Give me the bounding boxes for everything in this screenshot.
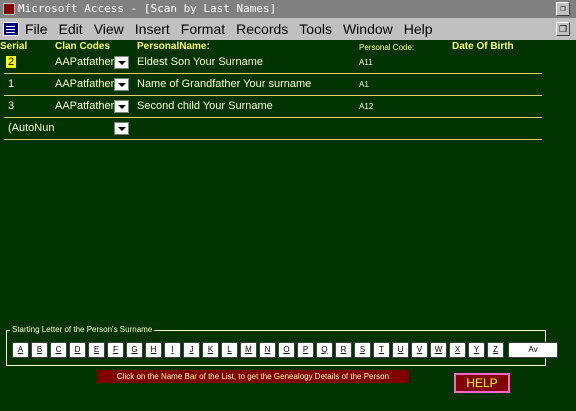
surname-panel-label: Starting Letter of the Person's Surname <box>10 325 155 334</box>
letter-button-r[interactable]: R <box>335 342 352 358</box>
column-header-clan: Clan Codes <box>55 41 111 52</box>
letter-button-c[interactable]: C <box>50 342 67 358</box>
clan-code-field[interactable]: AAPatfather <box>55 100 115 112</box>
document-menu-icon[interactable] <box>3 22 19 36</box>
clan-code-field[interactable]: AAPatfather <box>55 78 115 90</box>
letter-button-row: A B C D E F G H I J K L M N O P Q R S T U V W X Y Z Av <box>12 342 558 358</box>
title-bar: Microsoft Access - [Scan by Last Names] … <box>0 0 576 18</box>
menu-records[interactable]: Records <box>236 21 288 37</box>
letter-button-i[interactable]: I <box>164 342 181 358</box>
serial-field[interactable]: 3 <box>8 100 14 112</box>
menu-window[interactable]: Window <box>343 21 393 37</box>
letter-button-a[interactable]: A <box>12 342 29 358</box>
letter-button-l[interactable]: L <box>221 342 238 358</box>
record-row[interactable]: 2 AAPatfather Eldest Son Your Surname A1… <box>0 52 576 74</box>
menu-tools[interactable]: Tools <box>299 21 332 37</box>
restore-window-button[interactable]: ❐ <box>556 2 570 16</box>
clan-dropdown-arrow-icon[interactable] <box>114 78 129 91</box>
person-name-bar[interactable]: Second child Your Surname <box>137 100 273 112</box>
personal-code-field: A11 <box>359 58 373 67</box>
column-header-code: Personal Code: <box>359 43 415 52</box>
letter-button-s[interactable]: S <box>354 342 371 358</box>
letter-button-z[interactable]: Z <box>487 342 504 358</box>
person-name-bar[interactable]: Name of Grandfather Your surname <box>137 78 311 90</box>
menu-file[interactable]: File <box>25 21 48 37</box>
new-record-row[interactable]: (AutoNun <box>0 118 576 140</box>
letter-button-p[interactable]: P <box>297 342 314 358</box>
column-header-dob: Date Of Birth <box>452 41 514 52</box>
serial-field[interactable]: (AutoNun <box>8 122 54 134</box>
letter-button-h[interactable]: H <box>145 342 162 358</box>
record-row[interactable]: 1 AAPatfather Name of Grandfather Your s… <box>0 74 576 96</box>
window-title: Microsoft Access - [Scan by Last Names] <box>18 2 277 15</box>
letter-button-w[interactable]: W <box>430 342 447 358</box>
clan-dropdown-arrow-icon[interactable] <box>114 100 129 113</box>
letter-button-g[interactable]: G <box>126 342 143 358</box>
personal-code-field: A12 <box>359 102 374 111</box>
access-key-icon <box>3 3 15 15</box>
letter-button-m[interactable]: M <box>240 342 257 358</box>
column-header-serial: Serial <box>0 41 28 52</box>
letter-button-k[interactable]: K <box>202 342 219 358</box>
letter-button-y[interactable]: Y <box>468 342 485 358</box>
letter-button-u[interactable]: U <box>392 342 409 358</box>
personal-code-field: A1 <box>359 80 369 89</box>
menu-format[interactable]: Format <box>181 21 225 37</box>
clan-dropdown-arrow-icon[interactable] <box>114 56 129 69</box>
letter-button-j[interactable]: J <box>183 342 200 358</box>
menu-bar: File Edit View Insert Format Records Too… <box>0 18 576 40</box>
serial-field[interactable]: 1 <box>8 78 14 90</box>
letter-button-b[interactable]: B <box>31 342 48 358</box>
letter-button-d[interactable]: D <box>69 342 86 358</box>
letter-button-e[interactable]: E <box>88 342 105 358</box>
clan-dropdown-arrow-icon[interactable] <box>114 122 129 135</box>
letter-button-all[interactable]: Av <box>508 342 558 358</box>
person-name-bar[interactable]: Eldest Son Your Surname <box>137 56 263 68</box>
clan-code-field[interactable]: AAPatfather <box>55 56 115 68</box>
letter-button-o[interactable]: O <box>278 342 295 358</box>
row-divider <box>4 139 542 140</box>
record-row[interactable]: 3 AAPatfather Second child Your Surname … <box>0 96 576 118</box>
letter-button-t[interactable]: T <box>373 342 390 358</box>
letter-button-q[interactable]: Q <box>316 342 333 358</box>
column-header-person: PersonalName: <box>137 41 210 52</box>
menu-insert[interactable]: Insert <box>135 21 170 37</box>
letter-button-f[interactable]: F <box>107 342 124 358</box>
restore-document-button[interactable]: ❐ <box>556 22 570 36</box>
help-button[interactable]: HELP <box>454 373 510 393</box>
menu-view[interactable]: View <box>94 21 124 37</box>
letter-button-n[interactable]: N <box>259 342 276 358</box>
instruction-banner: Click on the Name Bar of the List, to ge… <box>97 370 409 383</box>
menu-help[interactable]: Help <box>404 21 433 37</box>
serial-field[interactable]: 2 <box>6 56 17 68</box>
letter-button-x[interactable]: X <box>449 342 466 358</box>
letter-button-v[interactable]: V <box>411 342 428 358</box>
menu-edit[interactable]: Edit <box>59 21 83 37</box>
